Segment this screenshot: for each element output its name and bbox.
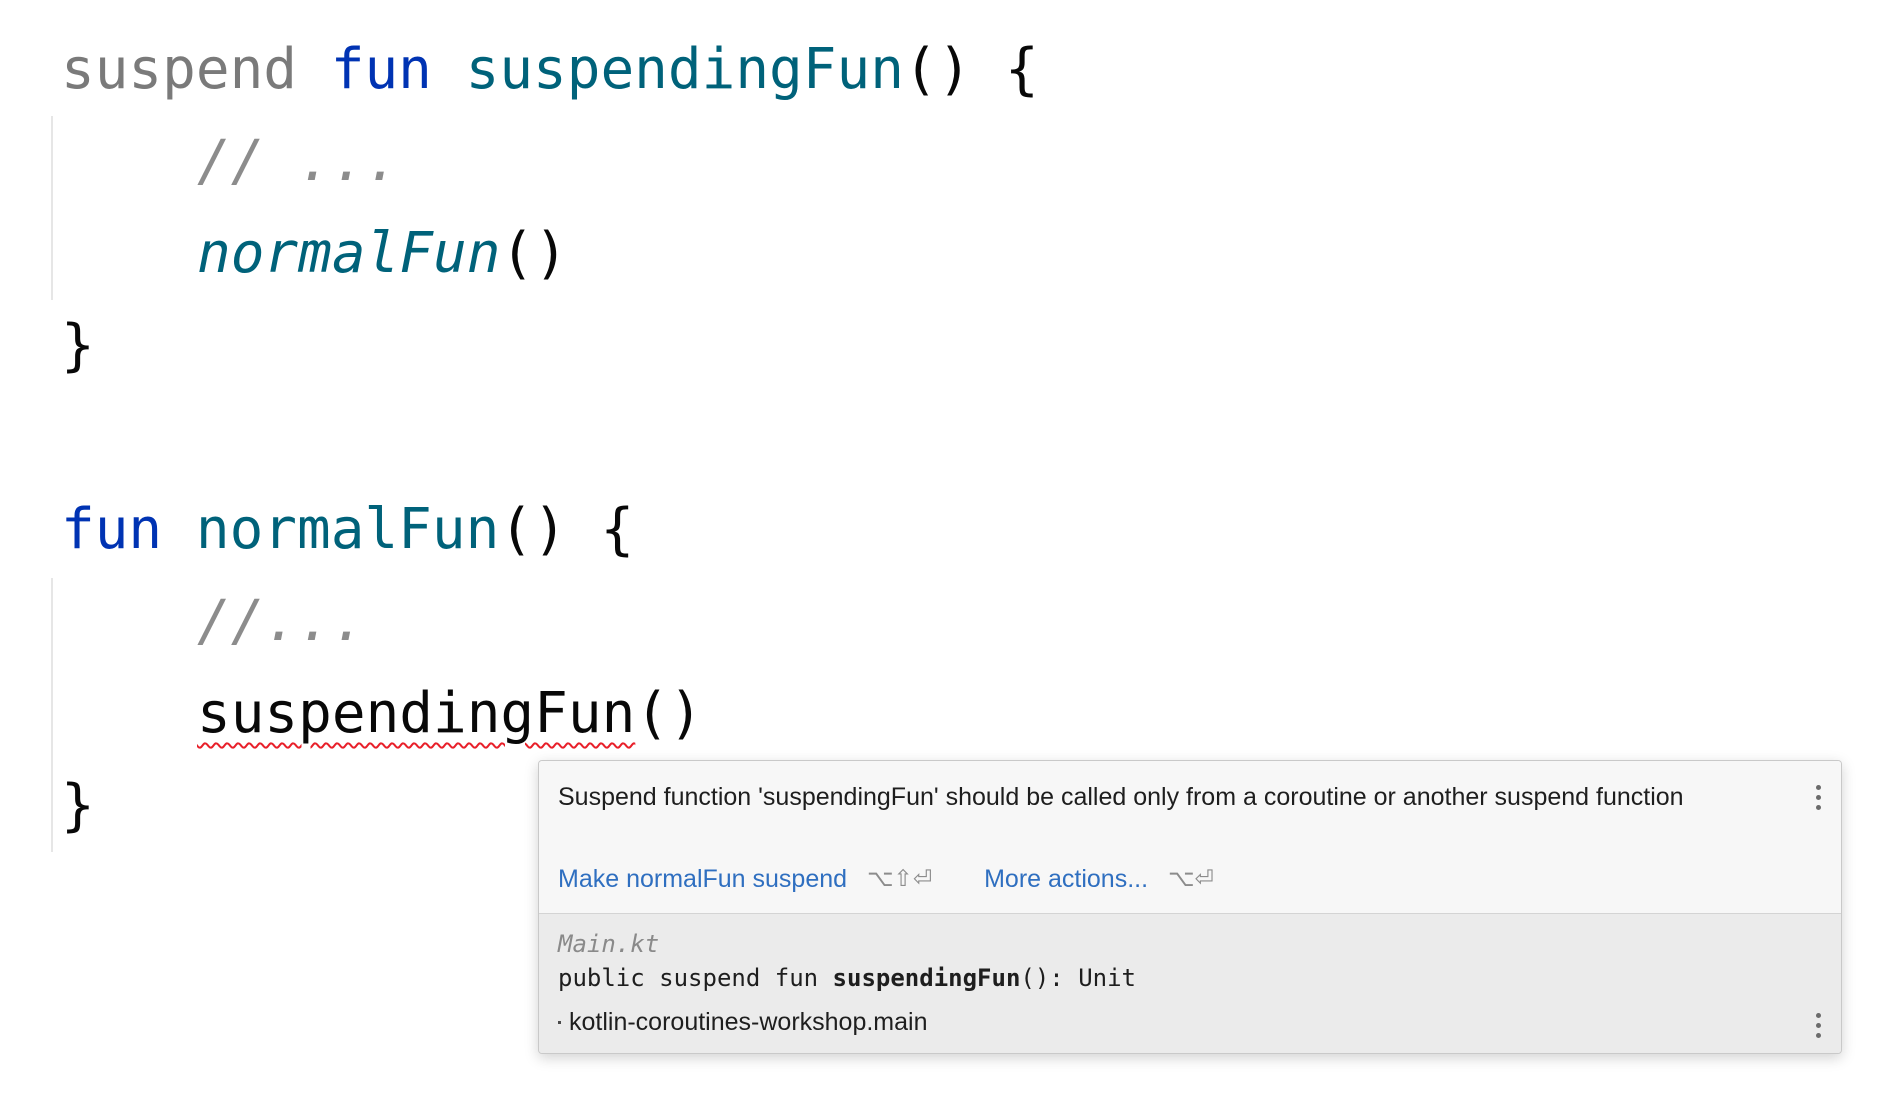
make-normalfun-suspend-link[interactable]: Make normalFun suspend [558, 865, 847, 894]
function-signature: public suspend fun suspendingFun(): Unit [558, 964, 1136, 992]
function-name-normalFun[interactable]: normalFun [196, 497, 499, 562]
code-comment: //... [197, 589, 366, 654]
punctuation: () [500, 221, 568, 286]
code-line-3[interactable]: normalFun() [197, 208, 568, 300]
fun-keyword: fun [330, 37, 432, 102]
function-name-suspendingFun[interactable]: suspendingFun [466, 37, 904, 102]
indent-guide [51, 116, 53, 300]
code-comment: // ... [197, 129, 400, 194]
closing-brace: } [61, 773, 95, 838]
module-info: kotlin-coroutines-workshop.main [558, 1008, 927, 1037]
error-section: Suspend function 'suspendingFun' should … [539, 761, 1841, 914]
function-call-suspendingFun-error[interactable]: suspendingFun [197, 681, 635, 746]
code-line-6[interactable]: //... [197, 576, 366, 668]
module-name: kotlin-coroutines-workshop.main [569, 1008, 928, 1036]
code-line-4[interactable]: } [61, 300, 95, 392]
documentation-section: Main.kt public suspend fun suspendingFun… [539, 914, 1841, 1053]
source-file-name: Main.kt [558, 930, 660, 958]
more-actions-link[interactable]: More actions... [984, 865, 1148, 894]
punctuation: () { [499, 497, 635, 562]
punctuation: () [635, 681, 703, 746]
module-icon [558, 1021, 561, 1024]
error-tooltip-popup: Suspend function 'suspendingFun' should … [538, 760, 1842, 1054]
signature-prefix: public suspend fun [558, 964, 833, 992]
fun-keyword: fun [61, 497, 163, 562]
code-line-7[interactable]: suspendingFun() [197, 668, 703, 760]
indent-guide [51, 578, 53, 852]
shortcut-hint: ⌥⏎ [1168, 866, 1214, 892]
more-options-icon[interactable] [1814, 1011, 1822, 1041]
closing-brace: } [61, 313, 95, 378]
function-call-normalFun[interactable]: normalFun [197, 221, 500, 286]
code-line-1[interactable]: suspend fun suspendingFun() { [61, 24, 1039, 116]
quick-fix-actions: Make normalFun suspend ⌥⇧⏎ More actions.… [558, 861, 1214, 897]
signature-name: suspendingFun [832, 964, 1021, 992]
punctuation: () { [903, 37, 1039, 102]
code-line-2[interactable]: // ... [197, 116, 399, 208]
code-editor[interactable]: suspend fun suspendingFun() { // ... nor… [0, 0, 1892, 1112]
signature-suffix: (): Unit [1020, 964, 1136, 992]
more-options-icon[interactable] [1814, 783, 1822, 813]
error-message: Suspend function 'suspendingFun' should … [558, 783, 1684, 811]
code-line-8[interactable]: } [61, 760, 95, 852]
code-line-5[interactable]: fun normalFun() { [61, 484, 634, 576]
suspend-modifier: suspend [61, 37, 298, 102]
shortcut-hint: ⌥⇧⏎ [867, 866, 933, 892]
